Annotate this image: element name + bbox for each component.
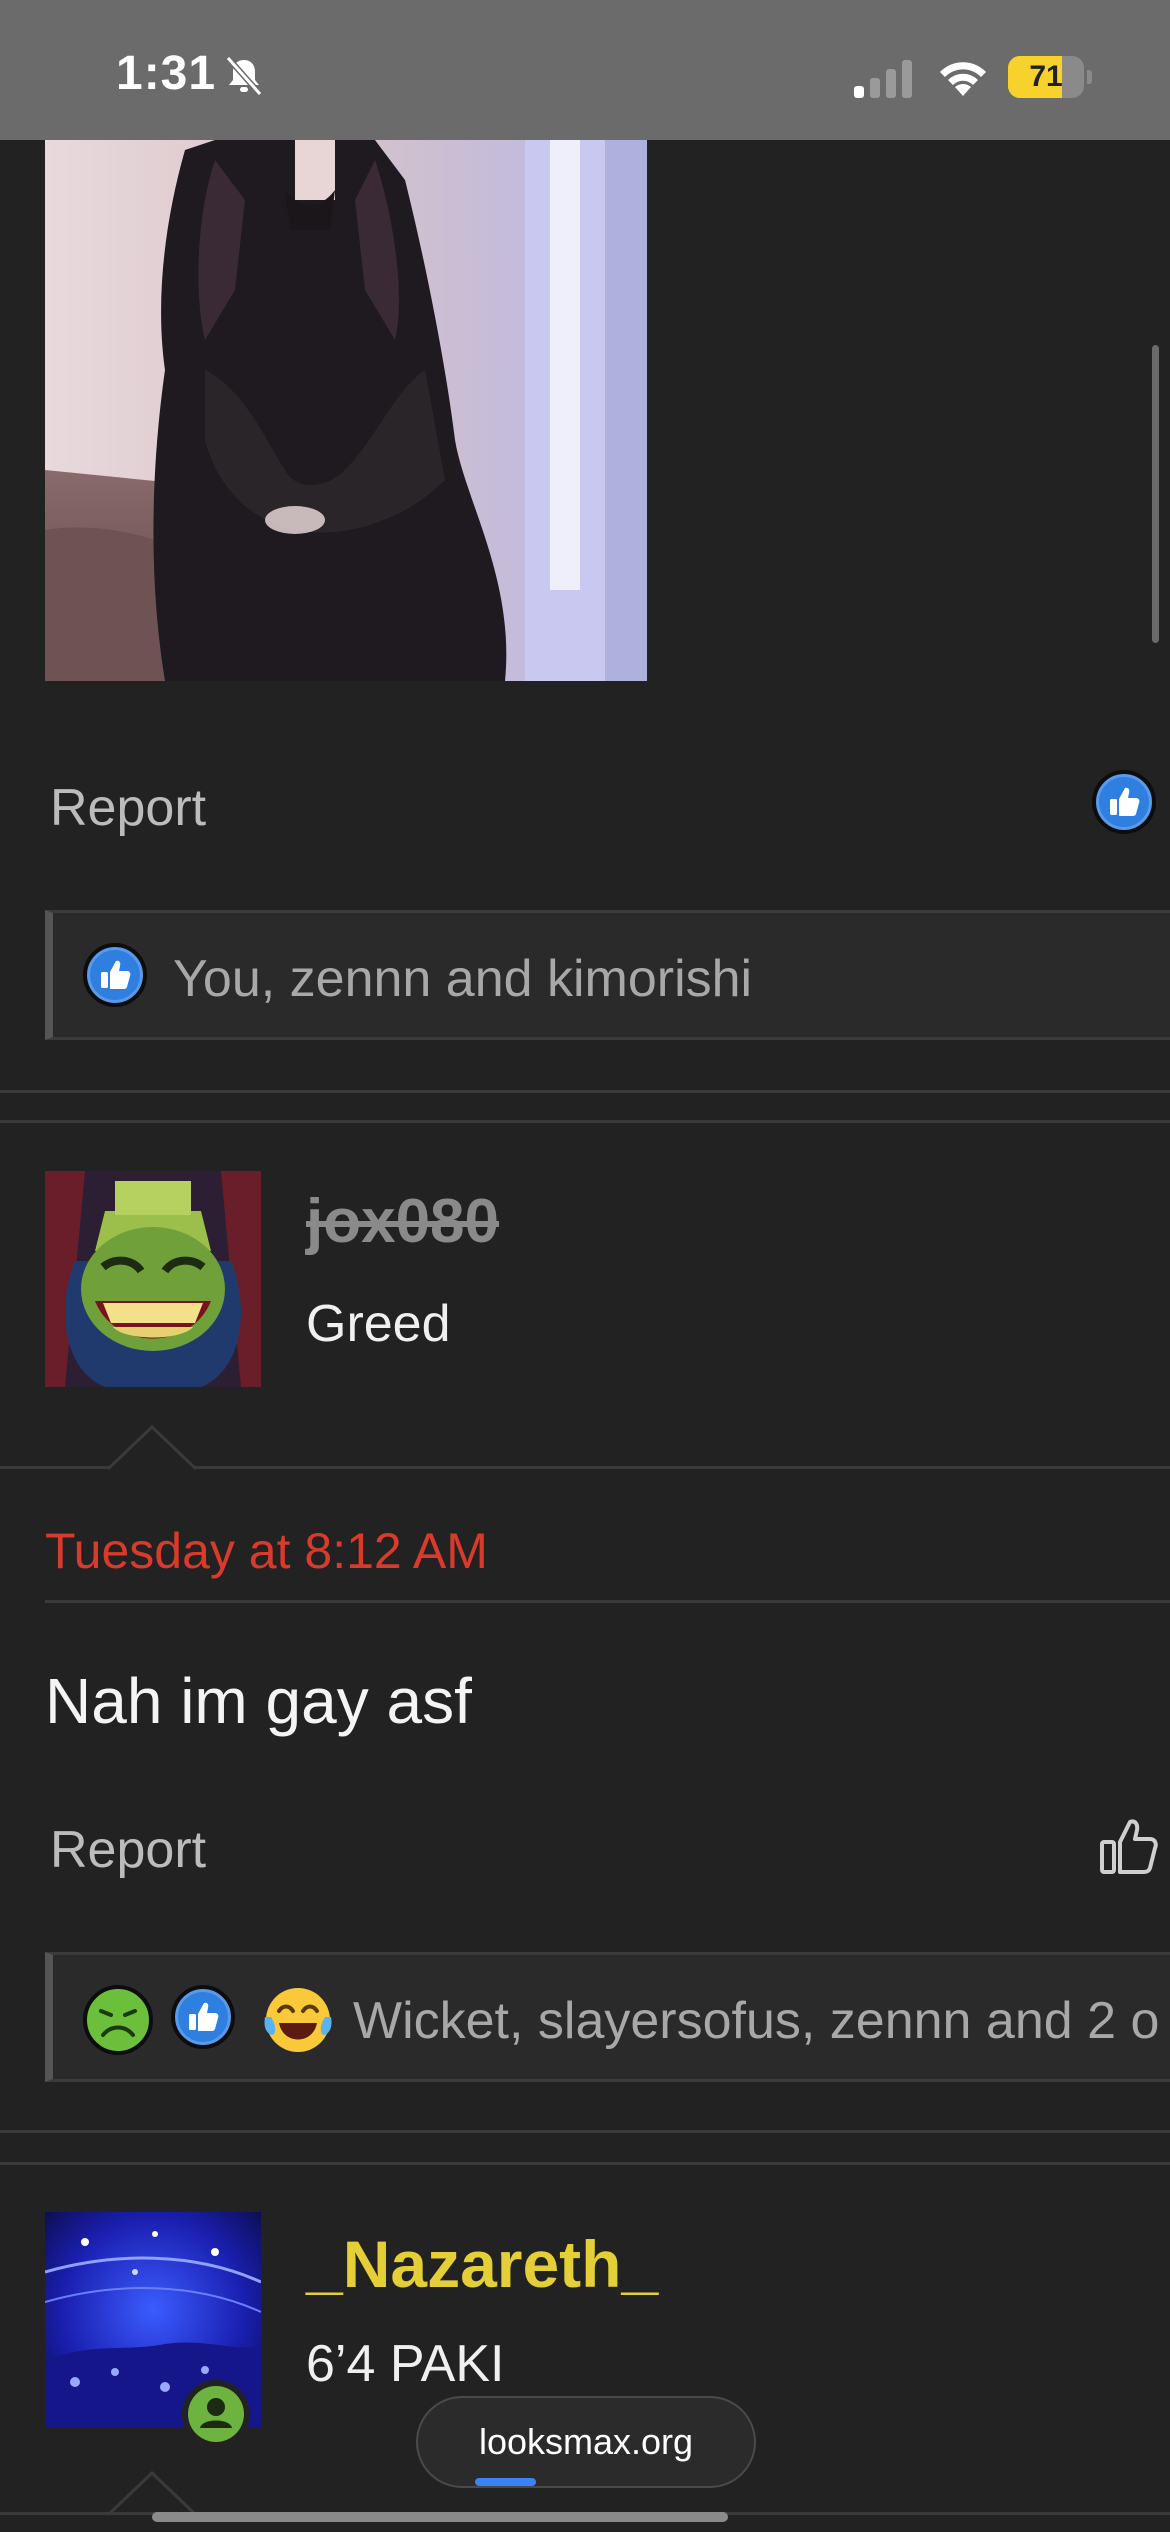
battery-indicator: 71 (1008, 56, 1092, 98)
page-load-progress (475, 2478, 536, 2486)
post-date[interactable]: Tuesday at 8:12 AM (45, 1522, 488, 1580)
post-image-picture (45, 140, 647, 681)
thumbs-up-icon (189, 2002, 219, 2031)
post-separator (0, 2162, 1170, 2165)
report-link[interactable]: Report (50, 778, 206, 838)
post-separator (0, 1120, 1170, 1123)
thumbs-up-icon (1110, 787, 1140, 816)
user-title: Greed (306, 1295, 451, 1353)
like-button[interactable] (1092, 770, 1156, 834)
page-scrollbar[interactable] (1152, 345, 1159, 643)
like-outline-icon[interactable] (1098, 1816, 1160, 1878)
post-date-separator (45, 1600, 1170, 1603)
battery-level-text: 71 (1029, 60, 1063, 93)
report-link[interactable]: Report (50, 1820, 206, 1880)
address-bar[interactable]: looksmax.org (416, 2396, 756, 2488)
bell-muted-icon (225, 56, 263, 96)
like-reaction-icon (171, 1985, 235, 2049)
post-username[interactable]: _Nazareth_ (306, 2226, 658, 2302)
like-reaction-icon (83, 943, 147, 1007)
reactions-bar[interactable]: You, zennn and kimorishi (45, 910, 1170, 1040)
address-bar-url[interactable]: looksmax.org (418, 2398, 754, 2486)
user-title: 6’4 PAKI (306, 2335, 505, 2393)
wifi-icon (940, 62, 986, 96)
reaction-summary[interactable]: You, zennn and kimorishi (173, 949, 752, 1009)
online-status-icon (182, 2380, 250, 2448)
reaction-summary[interactable]: Wicket, slayersofus, zennn and 2 o (353, 1991, 1159, 2051)
cell-signal-icon (854, 60, 912, 98)
laughing-crying-icon (264, 1988, 332, 2052)
reactions-bar[interactable]: Wicket, slayersofus, zennn and 2 o (45, 1952, 1170, 2082)
post-image[interactable] (45, 140, 647, 681)
home-indicator[interactable] (152, 2512, 728, 2522)
sick-face-icon (83, 1985, 153, 2055)
post-username[interactable]: jox080 (306, 1186, 499, 1257)
thumbs-up-icon (101, 960, 131, 989)
arrow-notch (108, 2470, 196, 2516)
post-separator (0, 1090, 1170, 1093)
arrow-notch (108, 1424, 196, 1470)
post-body: Nah im gay asf (45, 1665, 472, 1737)
post-separator (0, 2130, 1170, 2133)
status-time: 1:31 (116, 47, 217, 100)
avatar[interactable] (45, 1171, 261, 1387)
avatar-greed-image (45, 1171, 261, 1387)
